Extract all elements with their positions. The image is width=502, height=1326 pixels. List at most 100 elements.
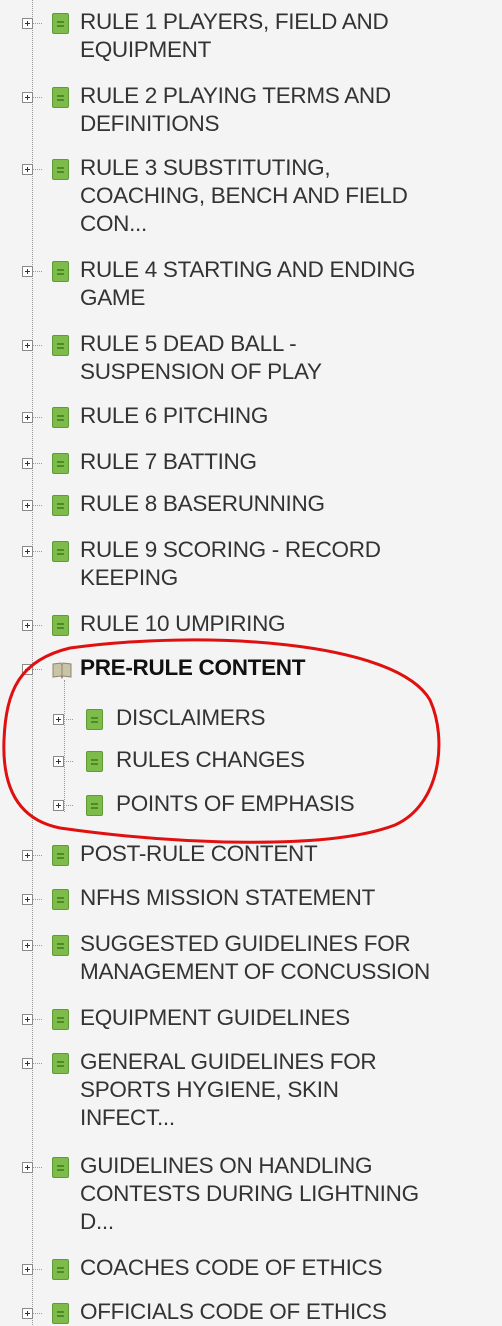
tree-connector <box>33 945 42 946</box>
tree-item-rule-2-playing-terms-and-definitions[interactable]: RULE 2 PLAYING TERMS AND DEFINITIONS <box>0 82 502 138</box>
tree-item-label[interactable]: SPORTS HYGIENE, SKIN <box>80 1076 339 1104</box>
tree-item-label[interactable]: OFFICIALS CODE OF ETHICS <box>80 1298 387 1326</box>
expand-toggle-icon[interactable] <box>22 1308 33 1319</box>
tree-item-suggested-guidelines-for-management-of-concussion[interactable]: SUGGESTED GUIDELINES FOR MANAGEMENT OF CO… <box>0 930 502 986</box>
tree-connector <box>33 1063 42 1064</box>
tree-item-general-guidelines-for-sports-hygiene-skin-infect[interactable]: GENERAL GUIDELINES FOR SPORTS HYGIENE, SK… <box>0 1048 502 1132</box>
tree-item-rule-10-umpiring[interactable]: RULE 10 UMPIRING <box>0 610 502 638</box>
expand-toggle-icon[interactable] <box>22 18 33 29</box>
tree-item-label[interactable]: POINTS OF EMPHASIS <box>116 790 355 818</box>
tree-item-label[interactable]: RULES CHANGES <box>116 746 305 774</box>
tree-item-label[interactable]: GUIDELINES ON HANDLING <box>80 1152 373 1180</box>
tree-item-officials-code-of-ethics[interactable]: OFFICIALS CODE OF ETHICS <box>0 1298 502 1326</box>
tree-item-label[interactable]: RULE 9 SCORING - RECORD <box>80 536 381 564</box>
green-page-icon <box>52 407 69 428</box>
tree-item-label[interactable]: INFECT... <box>80 1104 175 1132</box>
expand-toggle-icon[interactable] <box>22 1014 33 1025</box>
green-page-icon <box>52 889 69 910</box>
tree-item-label[interactable]: RULE 2 PLAYING TERMS AND <box>80 82 391 110</box>
tree-item-guidelines-on-handling-contests-during-lightning-d[interactable]: GUIDELINES ON HANDLING CONTESTS DURING LI… <box>0 1152 502 1236</box>
green-page-icon <box>86 795 103 816</box>
tree-item-label[interactable]: DEFINITIONS <box>80 110 220 138</box>
tree-item-label[interactable]: RULE 6 PITCHING <box>80 402 268 430</box>
green-page-icon <box>52 495 69 516</box>
tree-item-label[interactable]: GENERAL GUIDELINES FOR <box>80 1048 377 1076</box>
tree-item-label[interactable]: PRE-RULE CONTENT <box>80 654 306 682</box>
tree-connector <box>33 551 42 552</box>
tree-item-label[interactable]: RULE 10 UMPIRING <box>80 610 286 638</box>
tree-item-rule-6-pitching[interactable]: RULE 6 PITCHING <box>0 402 502 430</box>
tree-connector <box>33 97 42 98</box>
tree-child-item-rules-changes[interactable]: RULES CHANGES <box>0 746 502 774</box>
expand-toggle-icon[interactable] <box>22 546 33 557</box>
tree-connector <box>33 463 42 464</box>
expand-toggle-icon[interactable] <box>22 412 33 423</box>
tree-item-label[interactable]: D... <box>80 1208 114 1236</box>
tree-item-pre-rule-content[interactable]: PRE-RULE CONTENT <box>0 654 502 682</box>
tree-item-nfhs-mission-statement[interactable]: NFHS MISSION STATEMENT <box>0 884 502 912</box>
green-page-icon <box>52 615 69 636</box>
green-page-icon <box>52 13 69 34</box>
expand-toggle-icon[interactable] <box>22 164 33 175</box>
expand-toggle-icon[interactable] <box>22 458 33 469</box>
tree-item-label[interactable]: KEEPING <box>80 564 178 592</box>
tree-connector <box>33 899 42 900</box>
expand-toggle-icon[interactable] <box>22 894 33 905</box>
tree-connector <box>64 761 73 762</box>
expand-toggle-icon[interactable] <box>53 800 64 811</box>
expand-toggle-icon[interactable] <box>22 620 33 631</box>
expand-toggle-icon[interactable] <box>22 340 33 351</box>
tree-item-label[interactable]: SUSPENSION OF PLAY <box>80 358 322 386</box>
green-page-icon <box>52 1053 69 1074</box>
expand-toggle-icon[interactable] <box>53 714 64 725</box>
tree-item-label[interactable]: POST-RULE CONTENT <box>80 840 318 868</box>
tree-item-rule-1-players-field-and-equipment[interactable]: RULE 1 PLAYERS, FIELD AND EQUIPMENT <box>0 8 502 64</box>
tree-item-label[interactable]: SUGGESTED GUIDELINES FOR <box>80 930 411 958</box>
tree-child-item-disclaimers[interactable]: DISCLAIMERS <box>0 704 502 732</box>
tree-item-label[interactable]: MANAGEMENT OF CONCUSSION <box>80 958 430 986</box>
tree-item-label[interactable]: RULE 1 PLAYERS, FIELD AND <box>80 8 389 36</box>
tree-connector <box>33 417 42 418</box>
tree-item-rule-9-scoring-record-keeping[interactable]: RULE 9 SCORING - RECORD KEEPING <box>0 536 502 592</box>
tree-item-label[interactable]: EQUIPMENT GUIDELINES <box>80 1004 350 1032</box>
tree-item-coaches-code-of-ethics[interactable]: COACHES CODE OF ETHICS <box>0 1254 502 1282</box>
tree-item-label[interactable]: DISCLAIMERS <box>116 704 266 732</box>
expand-toggle-icon[interactable] <box>22 1264 33 1275</box>
tree-item-label[interactable]: COACHES CODE OF ETHICS <box>80 1254 382 1282</box>
green-page-icon <box>52 159 69 180</box>
tree-connector <box>33 1313 42 1314</box>
tree-item-label[interactable]: GAME <box>80 284 145 312</box>
tree-item-post-rule-content[interactable]: POST-RULE CONTENT <box>0 840 502 868</box>
tree-item-label[interactable]: RULE 3 SUBSTITUTING, <box>80 154 331 182</box>
tree-item-label[interactable]: RULE 5 DEAD BALL - <box>80 330 297 358</box>
expand-toggle-icon[interactable] <box>22 1162 33 1173</box>
tree-item-label[interactable]: COACHING, BENCH AND FIELD <box>80 182 408 210</box>
tree-item-rule-4-starting-and-ending-game[interactable]: RULE 4 STARTING AND ENDING GAME <box>0 256 502 312</box>
tree-item-equipment-guidelines[interactable]: EQUIPMENT GUIDELINES <box>0 1004 502 1032</box>
tree-connector <box>33 23 42 24</box>
collapse-toggle-icon[interactable] <box>22 664 33 675</box>
expand-toggle-icon[interactable] <box>22 850 33 861</box>
tree-item-rule-7-batting[interactable]: RULE 7 BATTING <box>0 448 502 476</box>
tree-item-label[interactable]: RULE 7 BATTING <box>80 448 257 476</box>
tree-item-rule-5-dead-ball-suspension-of-play[interactable]: RULE 5 DEAD BALL - SUSPENSION OF PLAY <box>0 330 502 386</box>
tree-item-rule-3-substituting-coaching-bench-and-field-con[interactable]: RULE 3 SUBSTITUTING, COACHING, BENCH AND … <box>0 154 502 238</box>
expand-toggle-icon[interactable] <box>53 756 64 767</box>
expand-toggle-icon[interactable] <box>22 940 33 951</box>
tree-item-label[interactable]: NFHS MISSION STATEMENT <box>80 884 375 912</box>
green-page-icon <box>52 335 69 356</box>
expand-toggle-icon[interactable] <box>22 500 33 511</box>
expand-toggle-icon[interactable] <box>22 1058 33 1069</box>
open-book-icon <box>52 662 72 679</box>
tree-item-label[interactable]: RULE 8 BASERUNNING <box>80 490 325 518</box>
tree-item-label[interactable]: EQUIPMENT <box>80 36 211 64</box>
tree-item-rule-8-baserunning[interactable]: RULE 8 BASERUNNING <box>0 490 502 518</box>
tree-item-label[interactable]: RULE 4 STARTING AND ENDING <box>80 256 415 284</box>
tree-child-item-points-of-emphasis[interactable]: POINTS OF EMPHASIS <box>0 790 502 818</box>
tree-connector <box>33 271 42 272</box>
expand-toggle-icon[interactable] <box>22 266 33 277</box>
tree-item-label[interactable]: CONTESTS DURING LIGHTNING <box>80 1180 419 1208</box>
tree-item-label[interactable]: CON... <box>80 210 147 238</box>
expand-toggle-icon[interactable] <box>22 92 33 103</box>
tree-connector <box>33 625 42 626</box>
